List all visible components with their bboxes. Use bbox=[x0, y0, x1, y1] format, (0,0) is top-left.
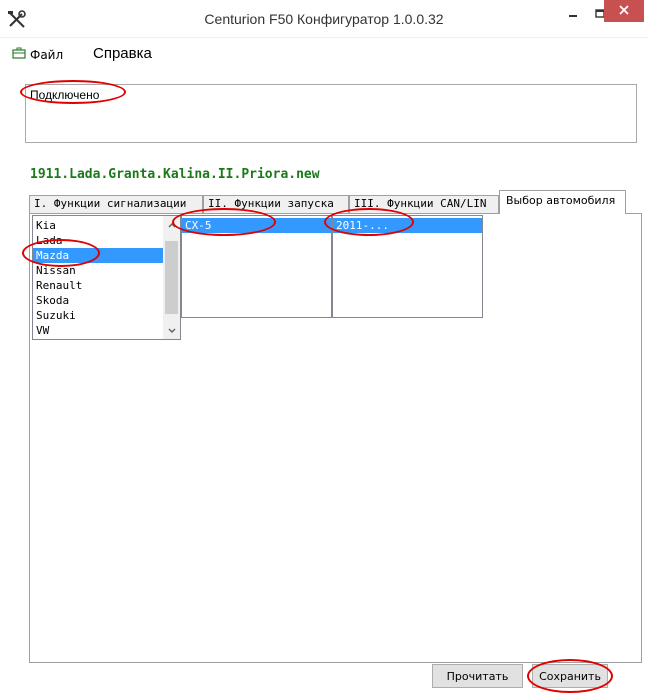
read-button[interactable]: Прочитать bbox=[432, 664, 523, 688]
list-item-selected[interactable]: Mazda bbox=[33, 248, 164, 263]
briefcase-icon bbox=[12, 47, 26, 62]
tab-start-functions[interactable]: II. Функции запуска bbox=[203, 195, 349, 213]
tab-can-lin-functions[interactable]: III. Функции CAN/LIN bbox=[349, 195, 499, 213]
brand-list[interactable]: Kia Lada Mazda Nissan Renault Skoda Suzu… bbox=[32, 215, 181, 340]
scroll-up-button[interactable] bbox=[163, 216, 180, 233]
list-item[interactable]: Nissan bbox=[33, 263, 164, 278]
list-item[interactable]: Renault bbox=[33, 278, 164, 293]
list-item[interactable]: VW bbox=[33, 323, 164, 338]
brand-list-scrollbar[interactable] bbox=[163, 216, 180, 339]
chevron-down-icon bbox=[168, 324, 176, 337]
minimize-button[interactable] bbox=[558, 0, 588, 30]
year-list[interactable]: 2011-... bbox=[332, 215, 483, 318]
list-item[interactable]: Skoda bbox=[33, 293, 164, 308]
menu-file[interactable]: Файл bbox=[12, 47, 63, 62]
status-log: Подключено bbox=[25, 84, 637, 143]
save-button[interactable]: Сохранить bbox=[532, 664, 608, 688]
scroll-down-button[interactable] bbox=[163, 322, 180, 339]
list-item-selected[interactable]: CX-5 bbox=[182, 218, 331, 233]
menu-help[interactable]: Справка bbox=[93, 45, 152, 62]
list-item[interactable]: Lada bbox=[33, 233, 164, 248]
menu-bar: Файл Справка bbox=[0, 42, 648, 68]
close-icon bbox=[619, 4, 629, 18]
list-item[interactable]: Kia bbox=[33, 218, 164, 233]
list-item[interactable]: Suzuki bbox=[33, 308, 164, 323]
model-list[interactable]: CX-5 bbox=[181, 215, 332, 318]
menu-file-label: Файл bbox=[30, 47, 64, 62]
tab-alarm-functions[interactable]: I. Функции сигнализации bbox=[29, 195, 203, 213]
list-item-selected[interactable]: 2011-... bbox=[333, 218, 482, 233]
config-file-name: 1911.Lada.Granta.Kalina.II.Priora.new bbox=[30, 167, 320, 182]
title-bar: Centurion F50 Конфигуратор 1.0.0.32 bbox=[0, 0, 648, 38]
status-text: Подключено bbox=[30, 88, 100, 102]
tab-car-selection[interactable]: Выбор автомобиля bbox=[499, 190, 626, 214]
close-button[interactable] bbox=[604, 0, 644, 22]
scroll-thumb[interactable] bbox=[165, 241, 178, 314]
chevron-up-icon bbox=[168, 218, 176, 231]
window-title: Centurion F50 Конфигуратор 1.0.0.32 bbox=[204, 11, 444, 27]
minimize-icon bbox=[568, 9, 578, 22]
